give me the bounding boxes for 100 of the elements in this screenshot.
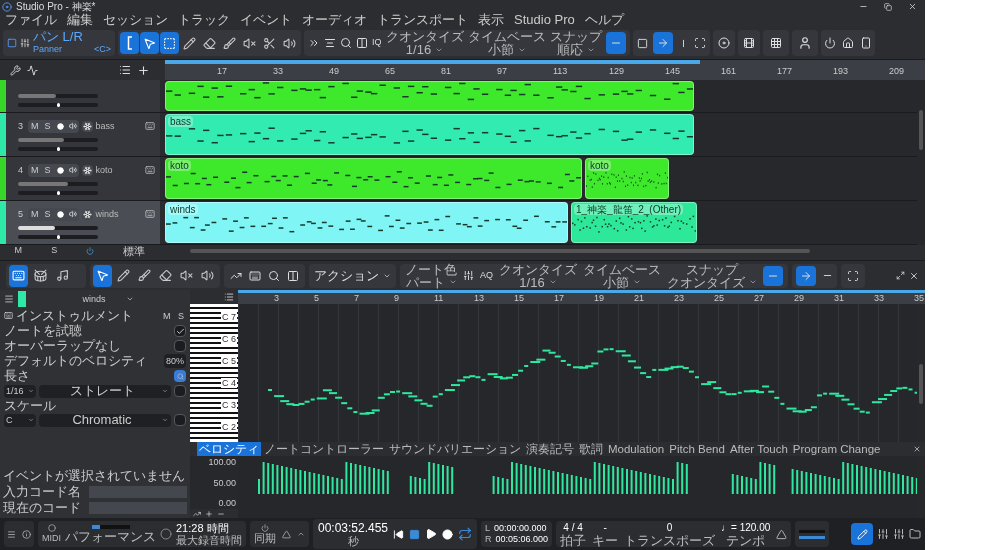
- lane-tab[interactable]: ベロシティ: [197, 442, 261, 456]
- right-locator-label: R: [485, 534, 492, 545]
- menu-item[interactable]: 編集: [67, 13, 93, 27]
- current-chord-label: 現在のコード: [3, 501, 82, 515]
- left-locator-label: L: [485, 523, 490, 534]
- menu-item[interactable]: オーディオ: [302, 13, 367, 27]
- dropdown[interactable]: スナップ クオンタイズ: [667, 262, 757, 289]
- solo-toggle[interactable]: S: [41, 207, 54, 221]
- ruler-number: 27: [754, 293, 764, 303]
- track-header[interactable]: 5 M S winds: [0, 201, 160, 244]
- menu-item[interactable]: トラック: [178, 13, 230, 27]
- dropdown[interactable]: スナップ 順応: [549, 30, 602, 56]
- ruler-number: 177: [777, 66, 793, 77]
- solo-toggle[interactable]: S: [41, 163, 54, 177]
- key-label: C 2: [221, 422, 237, 432]
- dropdown[interactable]: クオンタイズ 1/16: [385, 30, 464, 56]
- lane-tab[interactable]: Pitch Bend: [667, 442, 727, 456]
- mute-toggle[interactable]: M: [28, 119, 42, 133]
- ruler-number: 193: [833, 66, 849, 77]
- left-locator-time[interactable]: 00:00:00.000: [494, 523, 547, 534]
- dropdown[interactable]: クオンタイズ 1/16: [499, 262, 577, 289]
- lane-tab[interactable]: ノートコントローラー: [262, 442, 386, 456]
- tempo-value[interactable]: ♩= 120.00: [721, 521, 771, 534]
- select-field[interactable]: C: [4, 413, 36, 427]
- instrument-label: インストゥルメント: [16, 308, 134, 323]
- window-title: Studio Pro - 神楽*: [16, 0, 97, 13]
- clip-label: koto: [168, 160, 191, 171]
- lane-tab[interactable]: Modulation: [606, 442, 667, 456]
- signature-value[interactable]: 4 / 4: [563, 521, 583, 534]
- track-number: 5: [18, 207, 24, 221]
- channel-dropdown[interactable]: <C>: [94, 42, 111, 56]
- ruler-number: 21: [634, 293, 644, 303]
- timeline-ruler[interactable]: 17 33 49 65 81 97 113 129 145 161 177 193 209: [165, 60, 925, 80]
- select-field[interactable]: 1/16: [4, 384, 36, 398]
- menu-item[interactable]: セッション: [103, 13, 168, 27]
- option-label: ノートを試聴: [4, 324, 83, 338]
- mute-toggle[interactable]: M: [28, 163, 42, 177]
- menu-item[interactable]: Studio Pro: [514, 13, 575, 27]
- key-label: C 3: [221, 400, 237, 410]
- track-header[interactable]: 3 M S bass: [0, 113, 160, 156]
- piano-keyboard[interactable]: C 7 C 6 C 5 C 4 C 3 C 2: [190, 304, 238, 442]
- midi-clip[interactable]: 1_神楽_龍笛_2_(Other): [571, 202, 697, 243]
- option-label: 長さ: [4, 369, 31, 383]
- mute-all-label[interactable]: M: [14, 244, 23, 258]
- time-unit[interactable]: 秒: [347, 535, 359, 547]
- layout-label[interactable]: 標準: [123, 245, 146, 257]
- midi-label: MIDI: [42, 532, 61, 544]
- menu-item[interactable]: イベント: [240, 13, 292, 27]
- mute-toggle[interactable]: M: [28, 207, 42, 221]
- key-label: C 6: [221, 334, 237, 344]
- mode-title: パン L/R: [33, 31, 84, 43]
- mute-button[interactable]: M: [163, 308, 175, 323]
- ruler-number: 13: [474, 293, 484, 303]
- scale-tick: 100.00: [208, 457, 236, 467]
- track-number: 3: [18, 119, 24, 133]
- clip-label: koto: [588, 160, 611, 171]
- dropdown[interactable]: タイムベース 小節: [467, 30, 546, 56]
- select-field[interactable]: ストレート: [39, 384, 171, 398]
- ruler-number: 17: [554, 293, 564, 303]
- ruler-number: 33: [273, 66, 283, 77]
- action-menu[interactable]: アクション: [309, 263, 396, 288]
- ruler-number: 129: [609, 66, 625, 77]
- track-selector[interactable]: winds: [30, 292, 186, 306]
- midi-clip[interactable]: bass: [165, 114, 694, 155]
- midi-clip[interactable]: winds: [165, 202, 568, 243]
- quantize-button[interactable]: IQ: [372, 36, 382, 50]
- tempo-label: テンポ: [726, 533, 766, 547]
- midi-clip[interactable]: koto: [585, 158, 669, 199]
- menu-item[interactable]: 表示: [478, 13, 504, 27]
- key-label: C 4: [221, 378, 237, 388]
- transpose-value[interactable]: 0: [666, 521, 673, 534]
- lane-tab[interactable]: 演奏記号: [524, 442, 576, 456]
- select-field[interactable]: Chromatic: [39, 413, 171, 427]
- lane-tab[interactable]: After Touch: [727, 442, 790, 456]
- menu-item[interactable]: トランスポート: [377, 13, 468, 27]
- editor-ruler[interactable]: 3 5 7 9 11 13 15 17 19 21 23 25 27 29 31 33 35: [238, 290, 925, 304]
- menu-item[interactable]: ファイル: [5, 13, 57, 27]
- key-label: キー: [592, 533, 619, 547]
- ruler-number: 145: [665, 66, 681, 77]
- menu-item[interactable]: ヘルプ: [584, 13, 624, 27]
- key-value[interactable]: -: [603, 521, 607, 534]
- clip-label: bass: [168, 116, 194, 127]
- solo-all-label[interactable]: S: [51, 244, 58, 258]
- dropdown[interactable]: タイムベース 小節: [583, 262, 661, 289]
- lane-tab[interactable]: 歌詞: [577, 442, 605, 456]
- ruler-number: 35: [914, 293, 924, 303]
- solo-toggle[interactable]: S: [41, 119, 54, 133]
- key-label: C 5: [221, 356, 237, 366]
- solo-button[interactable]: S: [178, 308, 186, 323]
- midi-clip[interactable]: koto: [165, 158, 582, 199]
- scale-tick: 0.00: [218, 498, 236, 508]
- ruler-number: 81: [441, 66, 451, 77]
- aq-button[interactable]: AQ: [480, 268, 493, 283]
- lane-tab[interactable]: Program Change: [790, 442, 883, 456]
- dropdown[interactable]: ノート色 パート: [405, 262, 457, 289]
- track-header[interactable]: 4 M S koto: [0, 157, 160, 200]
- lane-tab[interactable]: サウンドバリエーション: [387, 442, 523, 456]
- velocity-field[interactable]: 80%: [164, 354, 186, 368]
- right-locator-time[interactable]: 00:05:06.000: [495, 534, 549, 545]
- section-heading: スケール: [4, 398, 56, 413]
